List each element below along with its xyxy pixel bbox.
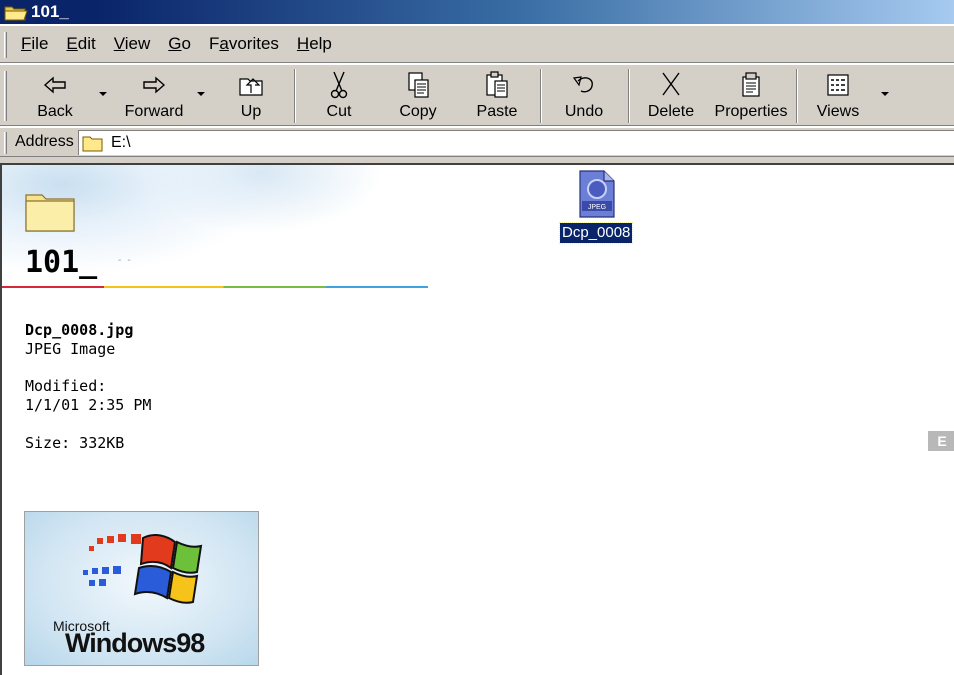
toolbar-separator bbox=[796, 69, 798, 123]
back-label: Back bbox=[37, 103, 73, 120]
paste-clipboard-icon bbox=[486, 71, 508, 98]
copy-label: Copy bbox=[399, 103, 437, 120]
properties-button[interactable]: Properties bbox=[714, 67, 788, 123]
toolbar-grip[interactable] bbox=[4, 71, 7, 121]
forward-label: Forward bbox=[124, 103, 184, 120]
delete-x-icon bbox=[662, 72, 680, 96]
scissors-icon bbox=[330, 71, 348, 99]
address-input[interactable]: E:\ bbox=[78, 130, 954, 155]
jpeg-file-icon[interactable]: JPEG bbox=[576, 169, 618, 219]
preview-brand-large: Windows98 bbox=[65, 628, 205, 658]
folder-large-icon bbox=[25, 194, 75, 232]
folder-view-pane: 101_ -- Dcp_0008.jpg JPEG Image Modified… bbox=[0, 163, 954, 675]
folder-title: 101_ bbox=[25, 245, 98, 280]
address-bar: Address E:\ bbox=[0, 127, 954, 157]
windows-flag-icon bbox=[83, 534, 203, 604]
jpeg-document-icon: JPEG bbox=[579, 170, 615, 218]
copy-icon bbox=[408, 72, 429, 98]
properties-icon bbox=[742, 72, 760, 97]
undo-arrow-icon bbox=[572, 76, 593, 93]
views-label: Views bbox=[816, 103, 860, 120]
standard-toolbar: Back Forward Up Cut Copy Paste Undo Dele… bbox=[0, 64, 954, 126]
menu-bar: File Edit View Go Favorites Help bbox=[0, 25, 954, 63]
forward-dropdown-icon[interactable] bbox=[196, 89, 206, 99]
undo-label: Undo bbox=[564, 103, 604, 120]
menu-help[interactable]: Help bbox=[288, 31, 341, 57]
rainbow-divider bbox=[2, 286, 428, 288]
paste-label: Paste bbox=[476, 103, 518, 120]
menu-favorites[interactable]: Favorites bbox=[200, 31, 288, 57]
paste-button[interactable]: Paste bbox=[474, 67, 520, 123]
folder-title-residue: -- bbox=[118, 255, 137, 266]
address-grip[interactable] bbox=[4, 132, 7, 154]
views-button[interactable]: Views bbox=[814, 67, 862, 123]
forward-arrow-icon bbox=[143, 76, 166, 94]
menu-grip[interactable] bbox=[4, 32, 7, 58]
views-grid-icon bbox=[827, 74, 849, 96]
file-size: Size: 332KB bbox=[25, 434, 125, 452]
file-icon-label[interactable]: Dcp_0008 bbox=[558, 222, 634, 244]
window-title: 101_ bbox=[31, 2, 69, 21]
image-preview: Microsoft Windows98 bbox=[24, 511, 259, 666]
up-button[interactable]: Up bbox=[230, 67, 272, 123]
back-dropdown-icon[interactable] bbox=[98, 89, 108, 99]
menu-go[interactable]: Go bbox=[159, 31, 200, 57]
views-dropdown-icon[interactable] bbox=[880, 89, 890, 99]
back-arrow-icon bbox=[43, 76, 66, 94]
forward-button[interactable]: Forward bbox=[122, 67, 186, 123]
delete-button[interactable]: Delete bbox=[646, 67, 696, 123]
drive-letter-badge: E bbox=[928, 431, 954, 451]
back-button[interactable]: Back bbox=[34, 67, 76, 123]
undo-button[interactable]: Undo bbox=[562, 67, 606, 123]
cut-button[interactable]: Cut bbox=[318, 67, 360, 123]
title-bar[interactable]: 101_ bbox=[0, 0, 954, 24]
copy-button[interactable]: Copy bbox=[396, 67, 440, 123]
address-value: E:\ bbox=[111, 134, 131, 151]
toolbar-separator bbox=[628, 69, 630, 123]
toolbar-separator bbox=[294, 69, 296, 123]
jpeg-badge-text: JPEG bbox=[588, 204, 606, 211]
selected-file-name: Dcp_0008.jpg bbox=[25, 321, 134, 339]
folder-icon bbox=[82, 136, 103, 152]
selected-file-type: JPEG Image bbox=[25, 340, 116, 358]
address-label: Address bbox=[15, 133, 74, 150]
menu-file[interactable]: File bbox=[12, 31, 57, 57]
folder-open-icon bbox=[4, 6, 28, 21]
up-label: Up bbox=[240, 103, 262, 120]
properties-label: Properties bbox=[714, 103, 788, 120]
up-folder-icon bbox=[239, 78, 263, 96]
delete-label: Delete bbox=[647, 103, 695, 120]
toolbar-separator bbox=[540, 69, 542, 123]
modified-value: 1/1/01 2:35 PM bbox=[25, 396, 152, 414]
menu-view[interactable]: View bbox=[105, 31, 160, 57]
cut-label: Cut bbox=[326, 103, 352, 120]
menu-edit[interactable]: Edit bbox=[57, 31, 104, 57]
modified-label: Modified: bbox=[25, 377, 107, 395]
